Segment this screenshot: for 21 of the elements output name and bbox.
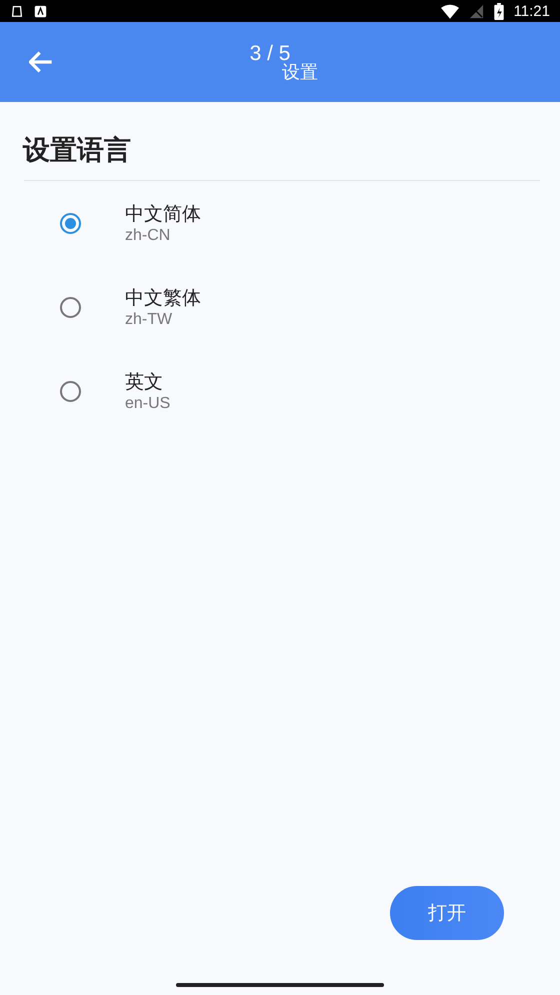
battery-icon xyxy=(494,2,504,20)
radio-button[interactable] xyxy=(60,296,81,318)
language-option[interactable]: 中文简体 zh-CN xyxy=(0,181,560,265)
language-name: 中文简体 xyxy=(125,202,201,227)
language-code: zh-CN xyxy=(125,227,172,245)
language-name: 中文繁体 xyxy=(125,286,201,311)
language-option[interactable]: 英文 en-US xyxy=(0,349,560,433)
radio-button[interactable] xyxy=(60,380,81,402)
clipboard-icon xyxy=(10,4,24,18)
language-name: 英文 xyxy=(125,370,164,395)
wifi-icon xyxy=(440,4,459,18)
language-code: en-US xyxy=(125,395,170,413)
language-code: zh-TW xyxy=(125,311,174,329)
notification-icon xyxy=(34,4,47,18)
status-time: 11:21 xyxy=(514,2,550,20)
radio-button[interactable] xyxy=(60,212,81,234)
open-button[interactable]: 打开 xyxy=(390,886,504,940)
signal-icon xyxy=(468,4,484,18)
language-option[interactable]: 中文繁体 zh-TW xyxy=(0,265,560,349)
section-title: 设置语言 xyxy=(23,134,132,168)
back-icon[interactable] xyxy=(29,51,53,73)
